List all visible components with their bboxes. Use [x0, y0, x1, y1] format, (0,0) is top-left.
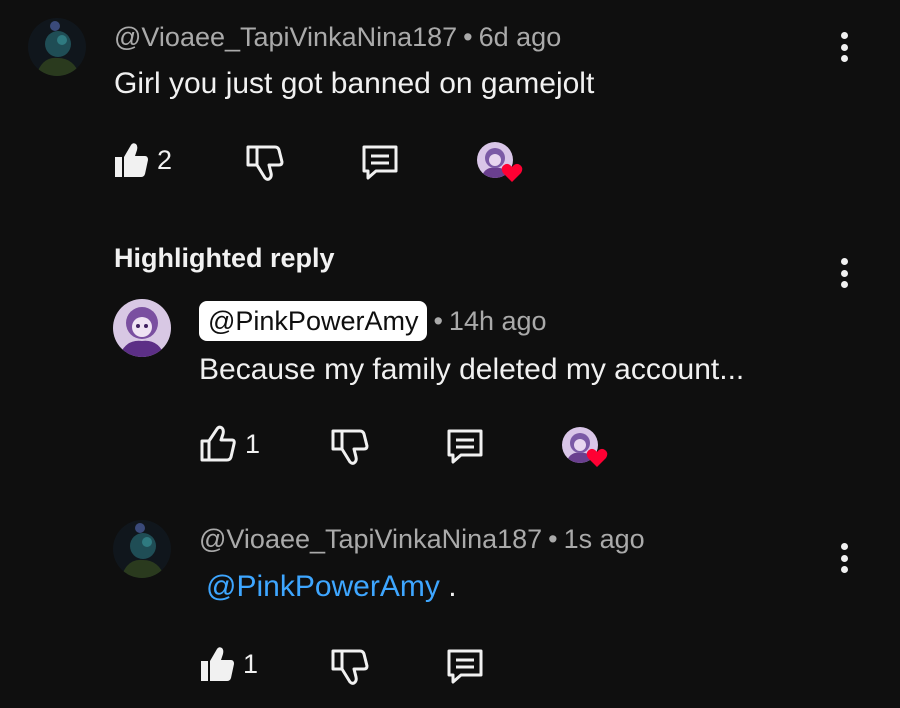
thumbs-up-filled-icon [115, 143, 148, 177]
meta-separator: • [548, 524, 558, 554]
second-reply-reply-button[interactable] [445, 647, 485, 685]
reply-text: Because my family deleted my account... [199, 353, 745, 386]
comment-time[interactable]: 6d ago [479, 22, 562, 53]
second-reply-text: @PinkPowerAmy . [206, 570, 457, 604]
reply-meta: @PinkPowerAmy • 14h ago [199, 301, 547, 341]
second-reply-dislike-button[interactable] [329, 648, 369, 686]
reply-comment-icon [447, 429, 483, 464]
heart-icon [501, 163, 523, 182]
thumbs-down-icon [246, 145, 284, 181]
reply-author-chip[interactable]: @PinkPowerAmy [199, 301, 428, 341]
second-reply-time[interactable]: 1s ago [564, 524, 645, 555]
reply-reply-button[interactable] [445, 427, 485, 465]
reply-dislike-button[interactable] [329, 428, 369, 466]
second-reply-like-button[interactable]: 1 [199, 645, 258, 683]
highlighted-reply-more-menu-icon[interactable] [832, 255, 856, 291]
comment-text: Girl you just got banned on gamejolt [114, 67, 595, 100]
thumbs-up-outline-icon [200, 425, 236, 462]
thumbs-down-icon [331, 429, 369, 465]
commenter-avatar[interactable] [28, 18, 86, 76]
like-count: 2 [157, 144, 173, 175]
comment-meta: @Vioaee_TapiVinkaNina187 • 6d ago [114, 22, 561, 53]
thumbs-down-icon [331, 649, 369, 685]
comments-thread: @Vioaee_TapiVinkaNina187 • 6d ago Girl y… [0, 0, 900, 708]
reply-time[interactable]: 14h ago [449, 306, 547, 337]
reply-comment-icon [447, 649, 483, 684]
highlighted-reply-label: Highlighted reply [114, 243, 335, 273]
heart-icon [586, 448, 608, 467]
reply-author-avatar[interactable] [113, 299, 171, 357]
meta-separator: • [433, 305, 443, 336]
second-reply-more-menu-icon[interactable] [832, 540, 856, 576]
thumbs-up-filled-icon [201, 647, 234, 681]
second-reply-suffix: . [439, 570, 457, 603]
like-button[interactable]: 2 [113, 141, 172, 179]
second-reply-meta: @Vioaee_TapiVinkaNina187 • 1s ago [199, 524, 645, 555]
dislike-button[interactable] [244, 144, 284, 182]
reply-like-button[interactable]: 1 [199, 425, 260, 463]
reply-comment-icon [362, 145, 398, 180]
comment-author[interactable]: @Vioaee_TapiVinkaNina187 [114, 22, 457, 53]
comment-more-menu-icon[interactable] [832, 29, 856, 65]
reply-like-count: 1 [245, 428, 261, 459]
mention-link[interactable]: @PinkPowerAmy [206, 570, 440, 603]
second-reply-author[interactable]: @Vioaee_TapiVinkaNina187 [199, 524, 542, 555]
second-reply-avatar[interactable] [113, 520, 171, 578]
meta-separator: • [463, 22, 473, 52]
reply-button[interactable] [360, 143, 400, 181]
second-reply-like-count: 1 [243, 648, 259, 679]
